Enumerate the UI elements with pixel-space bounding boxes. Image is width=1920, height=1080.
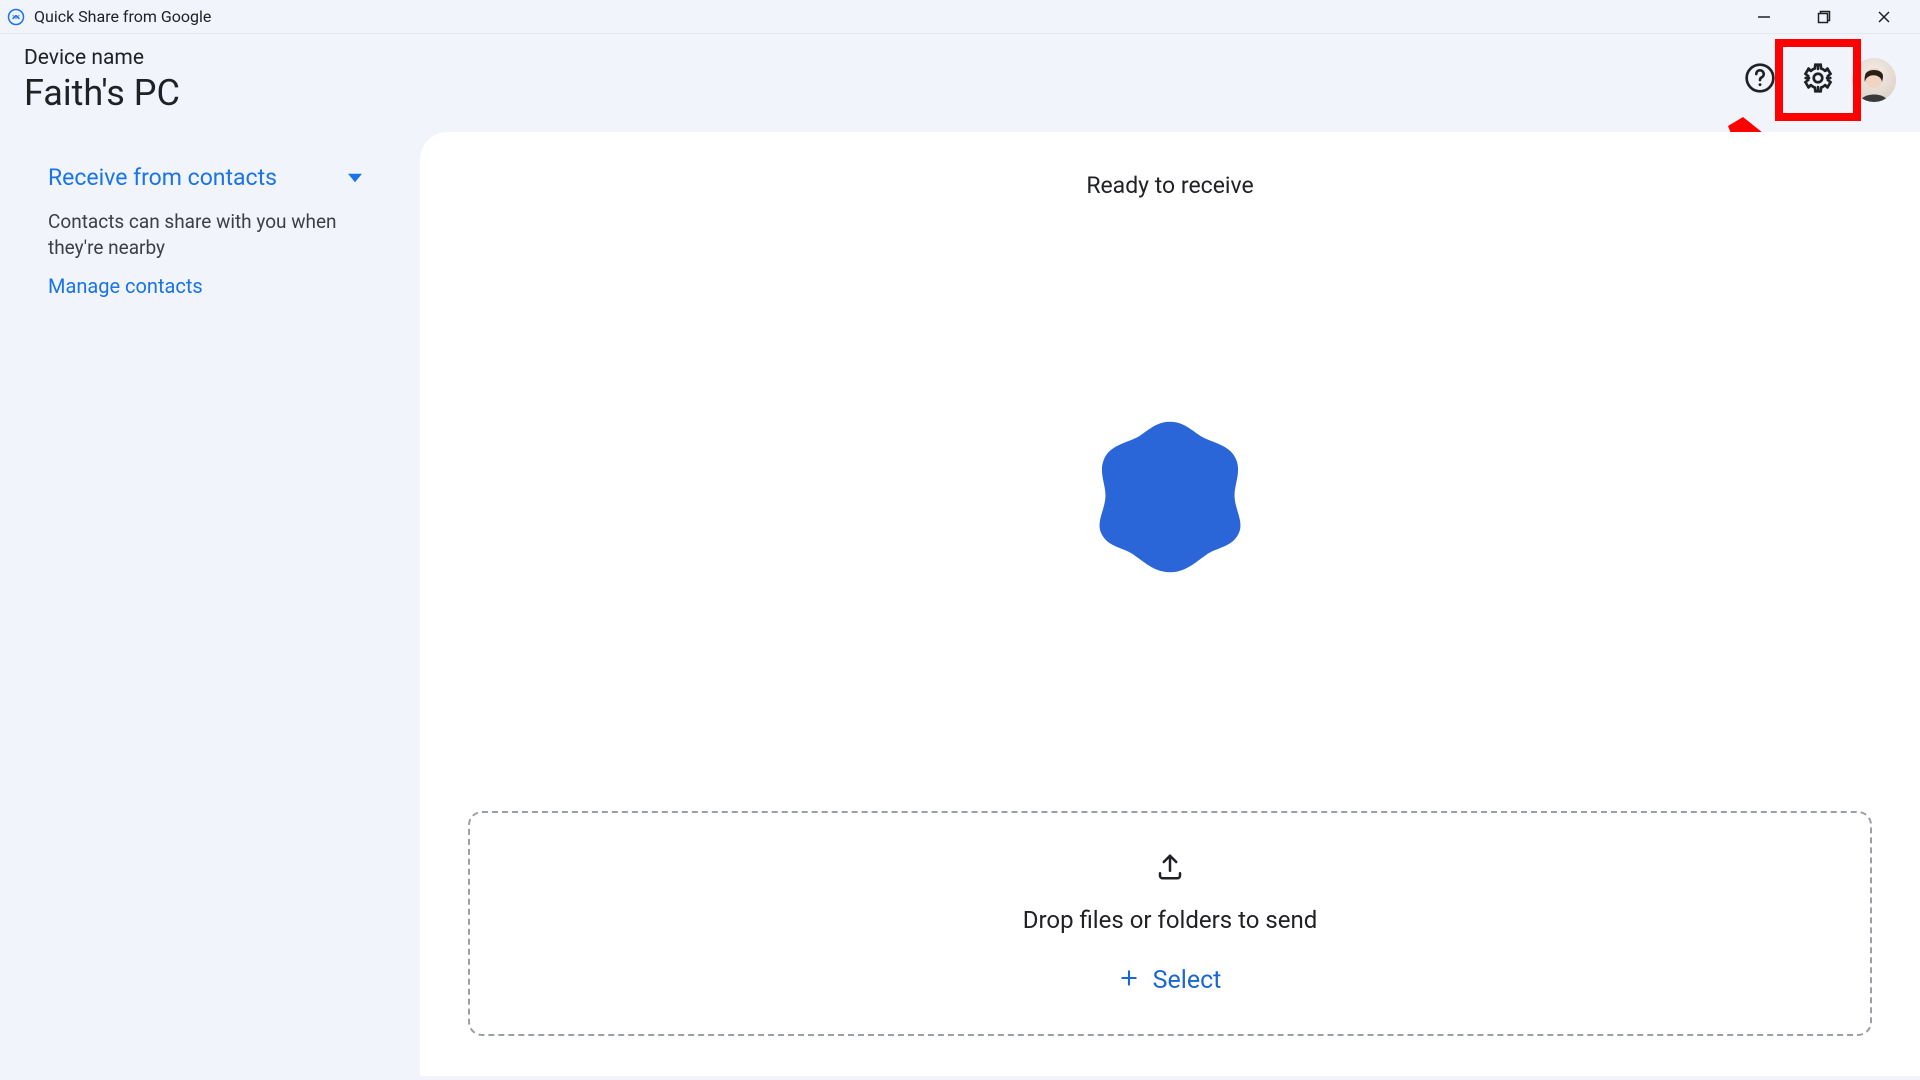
titlebar: Quick Share from Google xyxy=(0,0,1920,34)
sidebar: Receive from contacts Contacts can share… xyxy=(0,132,420,1076)
window-close-button[interactable] xyxy=(1854,0,1914,34)
status-label: Ready to receive xyxy=(1086,172,1253,199)
dropzone[interactable]: Drop files or folders to send Select xyxy=(468,811,1872,1036)
help-icon xyxy=(1744,62,1776,98)
main-panel: Ready to receive Drop files or folders t… xyxy=(420,132,1920,1076)
window-maximize-button[interactable] xyxy=(1794,0,1854,34)
device-name-label: Device name xyxy=(24,46,180,70)
dropzone-text: Drop files or folders to send xyxy=(1023,906,1318,934)
receive-mode-dropdown[interactable]: Receive from contacts xyxy=(48,164,372,191)
header-icons xyxy=(1736,56,1896,104)
settings-button[interactable] xyxy=(1794,56,1842,104)
app-title: Quick Share from Google xyxy=(34,7,211,26)
manage-contacts-link[interactable]: Manage contacts xyxy=(48,274,372,298)
help-button[interactable] xyxy=(1736,56,1784,104)
receive-mode-description: Contacts can share with you when they're… xyxy=(48,209,348,260)
upload-icon xyxy=(1155,852,1185,886)
window-minimize-button[interactable] xyxy=(1734,0,1794,34)
receive-mode-label: Receive from contacts xyxy=(48,164,277,191)
app-header: Device name Faith's PC xyxy=(0,34,1920,132)
select-files-label: Select xyxy=(1153,966,1222,995)
device-name-value: Faith's PC xyxy=(24,72,180,114)
quick-share-app-icon xyxy=(6,7,26,27)
plus-icon xyxy=(1119,966,1139,995)
account-avatar[interactable] xyxy=(1852,58,1896,102)
device-name-block: Device name Faith's PC xyxy=(24,46,180,114)
receive-indicator xyxy=(1085,409,1255,579)
body: Receive from contacts Contacts can share… xyxy=(0,132,1920,1076)
select-files-button[interactable]: Select xyxy=(1119,966,1222,995)
caret-down-icon xyxy=(348,164,362,191)
gear-icon xyxy=(1802,62,1834,98)
blob-icon xyxy=(1085,409,1255,579)
